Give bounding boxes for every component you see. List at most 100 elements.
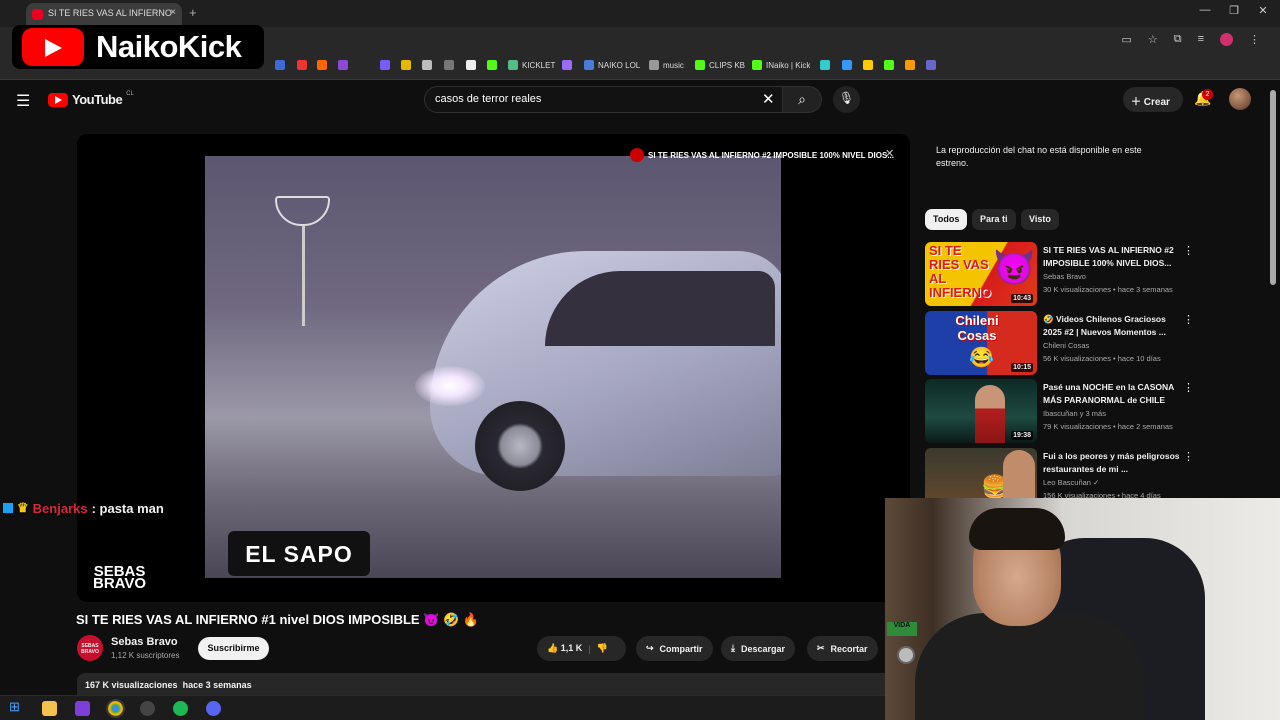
tab-close-icon[interactable]: × bbox=[170, 7, 176, 18]
thumbnail-text: Chileni Cosas bbox=[955, 313, 999, 343]
share-label: Compartir bbox=[659, 643, 703, 654]
clip-button[interactable]: ✂ Recortar bbox=[807, 636, 878, 661]
recommendation-meta: 79 K visualizaciones • hace 2 semanas bbox=[1043, 422, 1173, 431]
bookmark-icon[interactable] bbox=[926, 60, 936, 70]
recommendation-item[interactable]: Chileni Cosas 😂 10:15 🤣 Videos Chilenos … bbox=[925, 311, 1194, 375]
clear-search-icon[interactable]: ✕ bbox=[762, 90, 775, 108]
street-lamp bbox=[275, 196, 330, 226]
video-duration: 19:38 bbox=[1011, 431, 1033, 440]
search-input[interactable]: casos de terror reales bbox=[424, 86, 786, 113]
bookmark-icon[interactable] bbox=[317, 60, 327, 70]
voice-search-button[interactable]: 🎙 bbox=[833, 86, 860, 113]
bookmark-icon[interactable] bbox=[275, 60, 285, 70]
bookmark-icon[interactable] bbox=[466, 60, 476, 70]
car-wheel bbox=[475, 401, 565, 491]
extensions-icon[interactable]: ⧉ bbox=[1174, 33, 1182, 46]
more-options-icon[interactable]: ⋮ bbox=[1183, 381, 1194, 394]
app-icon[interactable] bbox=[75, 701, 90, 716]
menu-icon[interactable]: ☰ bbox=[16, 91, 30, 111]
subscribe-button[interactable]: Suscribirme bbox=[198, 637, 269, 660]
channel-watermark: SEBAS BRAVO bbox=[93, 564, 147, 592]
bookmark-icon[interactable] bbox=[820, 60, 830, 70]
new-tab-button[interactable]: + bbox=[189, 5, 197, 20]
chip-para-ti[interactable]: Para ti bbox=[972, 209, 1016, 230]
youtube-favicon-icon bbox=[32, 9, 43, 20]
bookmark-icon[interactable] bbox=[842, 60, 852, 70]
like-button[interactable]: 👍 1,1 K bbox=[547, 643, 582, 654]
bookmark-naiko-lol[interactable]: NAIKO LOL bbox=[584, 60, 640, 70]
laughing-emoji-icon: 😂 bbox=[969, 347, 994, 369]
recommendation-item[interactable]: 19:38 Pasé una NOCHE en la CASONA MÁS PA… bbox=[925, 379, 1194, 443]
chip-visto[interactable]: Visto bbox=[1021, 209, 1059, 230]
recommendation-title: Fui a los peores y más peligrosos restau… bbox=[1043, 451, 1180, 474]
bookmark-icon[interactable] bbox=[562, 60, 572, 70]
bookmark-icon[interactable] bbox=[422, 60, 432, 70]
chrome-icon[interactable] bbox=[106, 699, 125, 718]
video-title: SI TE RIES VAS AL INFIERNO #1 nivel DIOS… bbox=[76, 612, 479, 627]
bookmark-music[interactable]: music bbox=[649, 60, 684, 70]
chat-text: : pasta man bbox=[91, 500, 164, 516]
download-button[interactable]: ⤓ Descargar bbox=[721, 636, 796, 661]
recommendation-channel: Leo Bascuñan ✓ bbox=[1043, 478, 1100, 487]
stream-chat-message: ♛ Benjarks : pasta man bbox=[3, 500, 164, 516]
channel-avatar[interactable]: SEBAS BRAVO bbox=[77, 635, 103, 661]
stream-logo-text: NaikoKick bbox=[96, 29, 242, 64]
account-avatar[interactable] bbox=[1229, 88, 1251, 110]
more-options-icon[interactable]: ⋮ bbox=[1183, 313, 1194, 326]
more-options-icon[interactable]: ⋮ bbox=[1183, 450, 1194, 463]
cast-icon[interactable]: ▭ bbox=[1121, 33, 1131, 46]
bookmark-icon[interactable] bbox=[905, 60, 915, 70]
maximize-button[interactable]: ❐ bbox=[1219, 4, 1249, 17]
minimize-button[interactable]: — bbox=[1190, 4, 1220, 16]
search-button[interactable]: ⌕ bbox=[782, 86, 822, 113]
bookmark-clips-kb[interactable]: CLIPS KB bbox=[695, 60, 745, 70]
more-icon[interactable]: ⋮ bbox=[1249, 33, 1260, 46]
video-thumbnail: 19:38 bbox=[925, 379, 1037, 443]
lamp-pole bbox=[302, 226, 305, 326]
headlight-glare bbox=[415, 366, 485, 406]
bookmark-icon[interactable] bbox=[444, 60, 454, 70]
close-window-button[interactable]: ✕ bbox=[1248, 4, 1278, 17]
bookmark-icon[interactable] bbox=[884, 60, 894, 70]
watermark-line: BRAVO bbox=[93, 575, 147, 592]
clip-label: Recortar bbox=[830, 643, 868, 654]
chat-replay-notice: La reproducción del chat no está disponi… bbox=[936, 145, 1142, 168]
description-box[interactable]: 167 K visualizaciones hace 3 semanas bbox=[77, 673, 897, 695]
recommendation-meta: 56 K visualizaciones • hace 10 días bbox=[1043, 354, 1161, 363]
view-count: 167 K visualizaciones bbox=[85, 680, 178, 690]
bookmark-icon[interactable] bbox=[401, 60, 411, 70]
bookmark-naiko-kick[interactable]: INaiko | Kick bbox=[752, 60, 810, 70]
channel-name[interactable]: Sebas Bravo bbox=[111, 636, 178, 648]
more-options-icon[interactable]: ⋮ bbox=[1183, 244, 1194, 257]
page-scrollbar[interactable] bbox=[1270, 90, 1276, 285]
like-dislike-group: 👍 1,1 K | 👎 bbox=[537, 636, 626, 661]
close-icon[interactable]: ✕ bbox=[885, 147, 894, 160]
thumbs-down-icon[interactable]: 👎 bbox=[597, 643, 608, 654]
youtube-logo[interactable]: YouTube CL bbox=[48, 91, 134, 107]
share-button[interactable]: ↪ Compartir bbox=[636, 636, 713, 661]
video-player[interactable]: EL SAPO SI TE RIES VAS AL INFIERNO #2 IM… bbox=[77, 134, 910, 602]
media-icon[interactable]: ≡ bbox=[1198, 33, 1204, 46]
recommendation-meta: 30 K visualizaciones • hace 3 semanas bbox=[1043, 285, 1173, 294]
bookmark-icon[interactable] bbox=[380, 60, 390, 70]
browser-tab[interactable]: SI TE RIES VAS AL INFIERNO × bbox=[26, 3, 182, 27]
bookmark-icon[interactable] bbox=[297, 60, 307, 70]
bookmark-kicklet[interactable]: KICKLET bbox=[508, 60, 555, 70]
bookmark-icon[interactable] bbox=[338, 60, 348, 70]
miniplayer-queue-chip[interactable]: SI TE RIES VAS AL INFIERNO #2 IMPOSIBLE … bbox=[630, 148, 894, 162]
file-explorer-icon[interactable] bbox=[42, 701, 57, 716]
windows-start-icon[interactable]: ⊞ bbox=[9, 699, 24, 714]
streamer-body bbox=[915, 613, 1145, 720]
discord-icon[interactable] bbox=[206, 701, 221, 716]
bookmark-icon[interactable] bbox=[487, 60, 497, 70]
chip-todos[interactable]: Todos bbox=[925, 209, 968, 230]
spotify-icon[interactable] bbox=[173, 701, 188, 716]
wall-badge bbox=[897, 646, 915, 664]
create-button[interactable]: ＋ Crear bbox=[1123, 87, 1183, 112]
webcam-overlay: VIDA bbox=[885, 498, 1280, 720]
profile-icon[interactable] bbox=[1220, 33, 1233, 46]
star-icon[interactable]: ☆ bbox=[1148, 33, 1158, 46]
obs-icon[interactable] bbox=[140, 701, 155, 716]
recommendation-item[interactable]: SI TE RIES VAS AL INFIERNO 😈 10:43 SI TE… bbox=[925, 242, 1194, 306]
bookmark-icon[interactable] bbox=[863, 60, 873, 70]
